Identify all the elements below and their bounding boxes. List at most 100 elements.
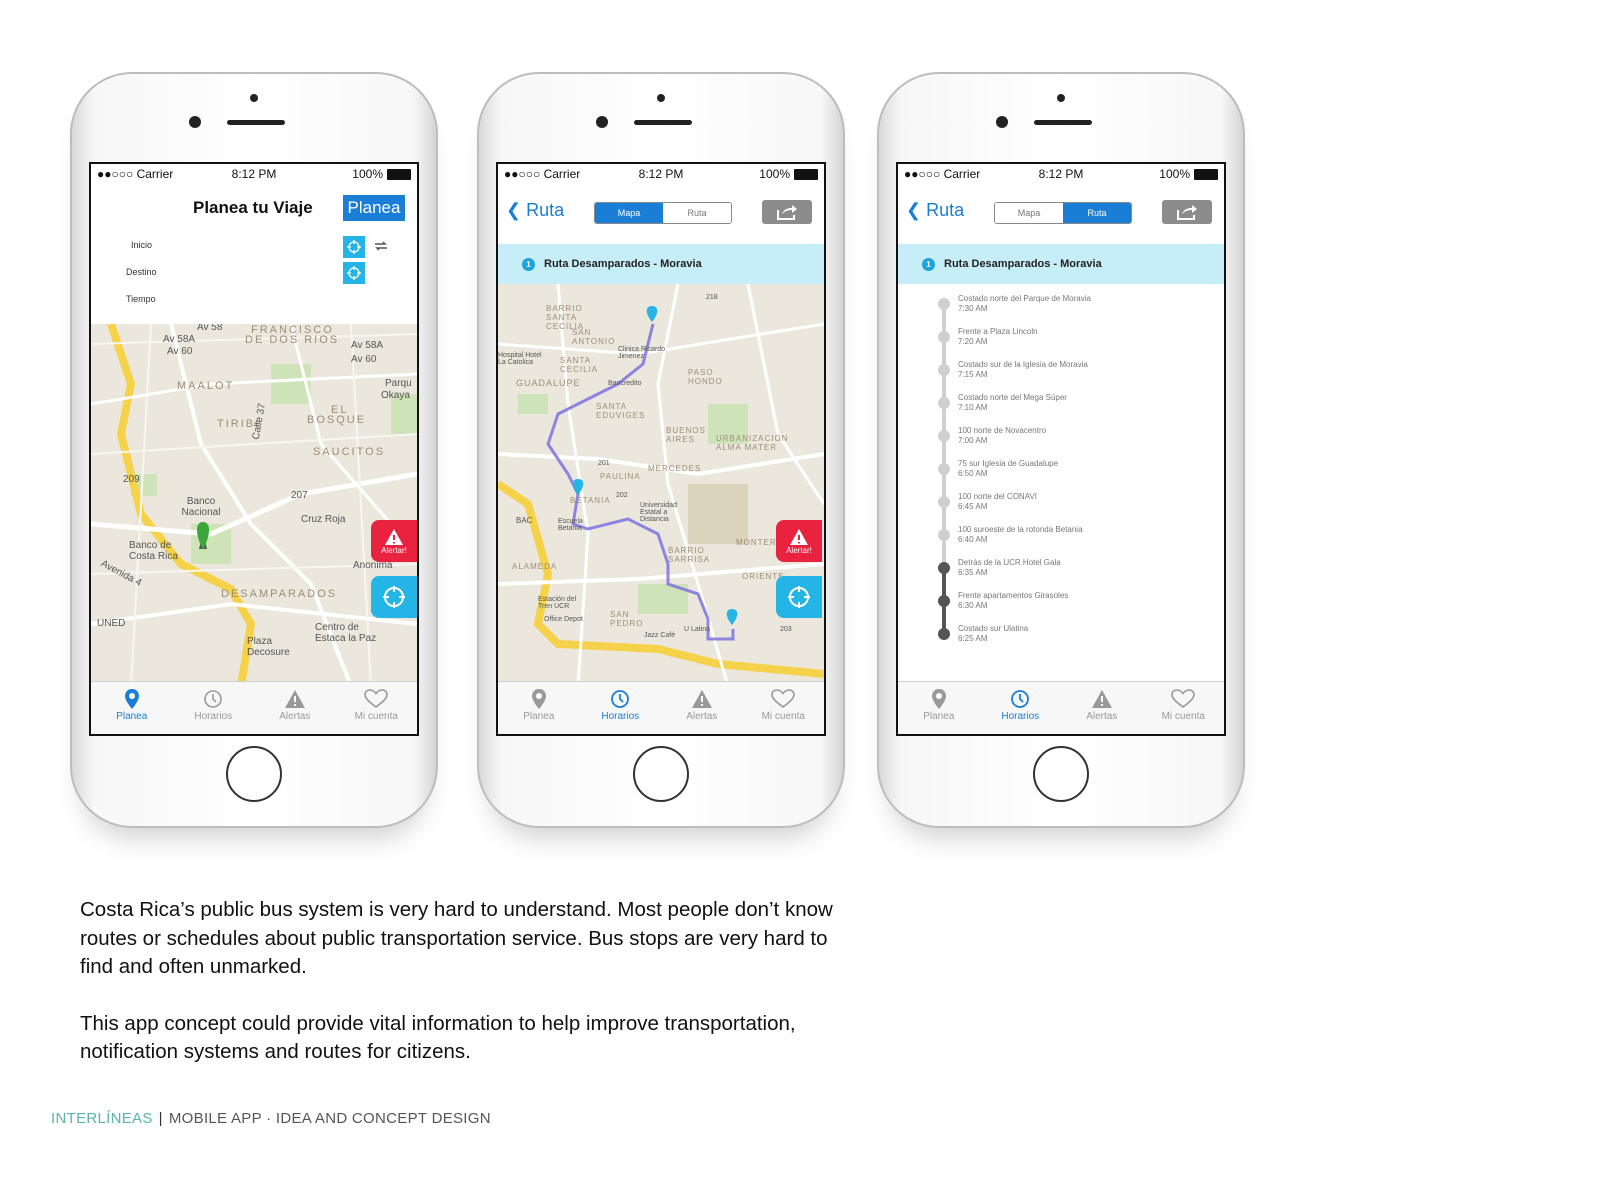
stop-name: 100 suroeste de la rotonda Betania [958,525,1083,534]
tab-label: Planea [116,711,148,722]
battery-percent: 100% [1159,167,1190,181]
stop-time: 6:45 AM [958,502,988,511]
map-label: Av 58A [163,334,196,345]
map-roads [498,284,824,686]
map-label: Av 60 [167,346,193,357]
stop-name: Costado norte del Parque de Moravia [958,294,1091,303]
battery-percent: 100% [759,167,790,181]
swap-icon[interactable] [373,240,389,252]
stop-time: 6:40 AM [958,535,988,544]
share-icon [777,205,797,220]
stop-item[interactable]: Frente apartamentos Girasoles 6:30 AM [958,591,1068,611]
map-label: BUENOS AIRES [666,426,706,444]
stop-dot [938,430,950,442]
description: Costa Rica’s public bus system is very h… [80,896,840,1095]
map-label: SAUCITOS [313,446,386,458]
alert-label: Alertar! [381,545,407,555]
trip-form: Inicio Destino Tiempo [91,234,417,324]
tab-planea[interactable]: Planea [498,682,580,734]
map-label: Banco de Costa Rica [129,540,178,562]
tab-horarios[interactable]: Horarios [173,682,255,734]
tab-alertas[interactable]: Alertas [661,682,743,734]
stop-item[interactable]: Costado sur de la Iglesia de Moravia 7:15… [958,360,1088,380]
stop-item[interactable]: Costado norte del Mega Súper 7:10 AM [958,393,1067,413]
map-label: SANTA CECILIA [560,356,599,374]
map-label: Hospital Hotel La Catolica [498,352,542,366]
tab-label: Horarios [601,711,640,722]
earpiece-speaker [1034,120,1092,125]
crosshair-icon [788,586,810,608]
alert-button[interactable]: Alertar! [776,520,822,562]
map-label: SAN ANTONIO [572,328,616,346]
stop-dot [938,628,950,640]
navbar: ❮ Ruta Mapa Ruta [498,184,824,242]
phone-ruta-lista: ●●○○○ Carrier 8:12 PM 100% ❮ Ruta Mapa R… [877,72,1245,828]
route-name: Ruta Desamparados - Moravia [944,258,1102,270]
destino-locate-button[interactable] [343,262,365,284]
map-label: BETANIA [570,496,611,505]
locate-button[interactable] [776,576,822,618]
tab-mi-cuenta[interactable]: Mi cuenta [336,682,418,734]
home-button[interactable] [633,746,689,802]
tab-alertas[interactable]: Alertas [1061,682,1143,734]
tab-mi-cuenta[interactable]: Mi cuenta [1143,682,1225,734]
share-icon [1177,205,1197,220]
stop-dot [938,298,950,310]
stop-item[interactable]: 100 norte de Novacentro 7:00 AM [958,426,1046,446]
map-view[interactable]: Av 58 Av 58A Av 60 FRANCISCO DE DOS RIOS… [91,324,417,686]
segment-ruta[interactable]: Ruta [663,203,731,223]
tab-planea[interactable]: Planea [898,682,980,734]
warning-icon [284,690,305,708]
tab-label: Planea [523,711,555,722]
tab-bar: Planea Horarios Alertas Mi cuenta [498,681,824,734]
stop-time: 7:30 AM [958,304,988,313]
back-button[interactable]: ❮ Ruta [506,200,564,221]
share-button[interactable] [762,200,812,224]
tab-alertas[interactable]: Alertas [254,682,336,734]
stop-item[interactable]: 100 suroeste de la rotonda Betania 6:40 A… [958,525,1083,545]
map-label: Av 58 [197,324,223,333]
map-label: 207 [291,490,308,501]
navbar: ❮ Ruta Mapa Ruta [898,184,1224,242]
map-view[interactable]: BARRIO SANTA CECILIA SAN ANTONIO Clinica… [498,284,824,686]
alert-button[interactable]: Alertar! [371,520,417,562]
stop-name: 75 sur Iglesia de Guadalupe [958,459,1059,468]
planea-button[interactable]: Planea [343,195,405,221]
crosshair-icon [347,266,361,280]
footer-separator: | [158,1110,163,1127]
home-button[interactable] [226,746,282,802]
tab-planea[interactable]: Planea [91,682,173,734]
segment-ruta[interactable]: Ruta [1063,203,1131,223]
tab-horarios[interactable]: Horarios [580,682,662,734]
stop-item[interactable]: Costado sur Ulatina 6:25 AM [958,624,1028,644]
stop-item[interactable]: Detrás de la UCR Hotel Gala 6:35 AM [958,558,1061,578]
share-button[interactable] [1162,200,1212,224]
tab-bar: Planea Horarios Alertas Mi cuenta [898,681,1224,734]
page-title: Planea tu Viaje [193,198,313,217]
tab-horarios[interactable]: Horarios [980,682,1062,734]
segment-mapa[interactable]: Mapa [995,203,1063,223]
inicio-locate-button[interactable] [343,236,365,258]
heart-icon [1171,689,1196,709]
back-button[interactable]: ❮ Ruta [906,200,964,221]
map-label: BARRIO SARRISA [668,546,711,564]
stop-name: Costado sur Ulatina [958,624,1029,633]
map-label: 218 [706,294,718,301]
map-label: Centro de Estaca la Paz [315,622,377,644]
stop-item[interactable]: 75 sur Iglesia de Guadalupe 6:50 AM [958,459,1058,479]
tab-mi-cuenta[interactable]: Mi cuenta [743,682,825,734]
segment-mapa[interactable]: Mapa [595,203,663,223]
heart-icon [771,689,796,709]
stop-item[interactable]: 100 norte del CONAVI 6:45 AM [958,492,1037,512]
map-label: Okaya [381,390,410,401]
stop-item[interactable]: Costado norte del Parque de Moravia 7:30 … [958,294,1091,314]
stop-item[interactable]: Frente a Plaza Lincoln 7:20 AM [958,327,1038,347]
map-label: UNED [97,618,126,629]
status-bar: ●●○○○ Carrier 8:12 PM 100% [498,164,824,184]
map-label: Clinica Ricardo Jimenez [618,346,666,360]
status-right: 100% [759,167,818,181]
map-label: SAN PEDRO [610,610,644,628]
home-button[interactable] [1033,746,1089,802]
locate-button[interactable] [371,576,417,618]
route-number-badge: 1 [522,258,535,271]
